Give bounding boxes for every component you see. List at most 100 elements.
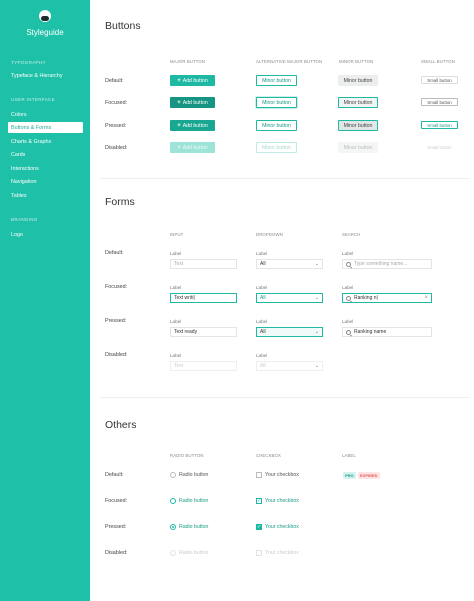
add-button-pressed[interactable]: + Add button [170,120,215,131]
search-icon [346,261,351,267]
field-label: Label [256,353,268,358]
small-button-pressed[interactable]: Small button [421,121,458,129]
radio-button-focused[interactable]: Radio button [170,498,208,504]
state-pressed: Pressed: [105,318,127,324]
section-divider [100,397,470,398]
checkbox-focused[interactable]: ✓ Your checkbox [256,498,299,504]
search-input-pressed[interactable]: Ranking name [342,327,432,337]
alt-major-button-disabled[interactable]: Minor button [256,142,297,153]
radio-button-pressed[interactable]: Radio button [170,524,208,530]
dropdown-pressed[interactable]: All ⌄ [256,327,323,337]
add-button-label: Add button [182,99,208,106]
field-label: Label [170,319,182,324]
sidebar-item-colors[interactable]: Colors [11,112,27,118]
chevron-down-icon: ⌄ [314,329,319,335]
sidebar-section-branding: BRANDING [11,217,38,222]
add-button-focused[interactable]: + Add button [170,97,215,108]
state-default: Default: [105,78,124,84]
checkbox-label: Your checkbox [265,498,299,504]
sidebar-item-charts[interactable]: Charts & Graphs [11,139,51,145]
field-label: Label [256,285,268,290]
small-button-disabled[interactable]: Small button [421,143,458,151]
sidebar-item-logo[interactable]: Logo [11,232,23,238]
dropdown-value: All [260,363,266,369]
state-default: Default: [105,472,124,478]
state-focused: Focused: [105,100,128,106]
sidebar: Styleguide TYPOGRAPHY Typeface & Hierarc… [0,0,90,601]
plus-icon: + [177,144,181,151]
sidebar-item-interactions[interactable]: Interactions [11,166,39,172]
checkbox-default[interactable]: Your checkbox [256,472,299,478]
search-input-focused[interactable]: Ranking n| × [342,293,432,303]
styleguide-app: Styleguide TYPOGRAPHY Typeface & Hierarc… [0,0,474,601]
chevron-down-icon: ⌄ [314,295,319,301]
state-pressed: Pressed: [105,123,127,129]
small-button-focused[interactable]: Small button [421,98,458,106]
sidebar-item-cards[interactable]: Cards [11,152,25,158]
text-input-focused[interactable]: Text writi| [170,293,237,303]
alt-major-button-default[interactable]: Minor button [256,75,297,86]
dropdown-value: All [260,261,266,267]
radio-circle-icon [170,550,176,556]
col-alt-major-button: ALTERNATIVE MAJOR BUTTON [256,59,323,64]
text-input-disabled[interactable]: Text [170,361,237,371]
state-disabled: Disabled: [105,550,128,556]
state-focused: Focused: [105,284,128,290]
dropdown-default[interactable]: All ⌄ [256,259,323,269]
tag-pro: PRO [343,472,356,479]
dropdown-value: All [260,329,266,335]
search-input-default[interactable]: Type something name... [342,259,432,269]
add-button-disabled[interactable]: + Add button [170,142,215,153]
field-label: Label [342,251,354,256]
brand-name: Styleguide [26,28,64,37]
state-default: Default: [105,250,124,256]
field-label: Label [342,319,354,324]
field-label: Label [170,285,182,290]
dropdown-value: All [260,295,266,301]
col-small-button: SMALL BUTTON [421,59,455,64]
col-input: INPUT [170,232,184,237]
sidebar-item-navigation[interactable]: Navigation [11,179,36,185]
search-value: Ranking name [354,329,387,335]
col-radio-button: RADIO BUTTON [170,453,204,458]
radio-button-default[interactable]: Radio button [170,472,208,478]
radio-label: Radio button [179,498,209,504]
checkbox-icon [256,472,262,478]
add-button-label: Add button [182,77,208,84]
small-button-default[interactable]: Small button [421,76,458,84]
dropdown-focused[interactable]: All ⌄ [256,293,323,303]
plus-icon: + [177,99,181,106]
field-label: Label [170,353,182,358]
sidebar-item-tables[interactable]: Tables [11,193,27,199]
dropdown-disabled[interactable]: All ⌄ [256,361,323,371]
field-label: Label [256,319,268,324]
col-minor-button: MINOR BUTTON [339,59,374,64]
minor-button-pressed[interactable]: Minor button [338,120,378,131]
radio-button-disabled[interactable]: Radio button [170,550,208,556]
check-icon: ✓ [256,498,262,504]
clear-icon[interactable]: × [424,295,428,301]
checkbox-label: Your checkbox [265,550,299,556]
alt-major-button-focused[interactable]: Minor button [256,97,297,108]
sidebar-item-typeface[interactable]: Typeface & Hierarchy [11,73,63,79]
alt-major-button-pressed[interactable]: Minor button [256,120,297,131]
state-pressed: Pressed: [105,524,127,530]
text-input-default[interactable]: Text [170,259,237,269]
checkbox-pressed[interactable]: ✓ Your checkbox [256,524,299,530]
plus-icon: + [177,77,181,84]
checkbox-disabled[interactable]: Your checkbox [256,550,299,556]
plus-icon: + [177,122,181,129]
chevron-down-icon: ⌄ [314,363,319,369]
field-label: Label [170,251,182,256]
minor-button-default[interactable]: Minor button [338,75,378,86]
text-input-pressed[interactable]: Text ready [170,327,237,337]
minor-button-disabled[interactable]: Minor button [338,142,378,153]
forms-section-title: Forms [105,196,135,208]
radio-circle-icon [170,524,176,530]
add-button-default[interactable]: + Add button [170,75,215,86]
state-disabled: Disabled: [105,352,128,358]
check-icon: ✓ [256,524,262,530]
sidebar-item-buttons-forms[interactable]: Buttons & Forms [8,122,83,133]
radio-circle-icon [170,472,176,478]
minor-button-focused[interactable]: Minor button [338,97,378,108]
